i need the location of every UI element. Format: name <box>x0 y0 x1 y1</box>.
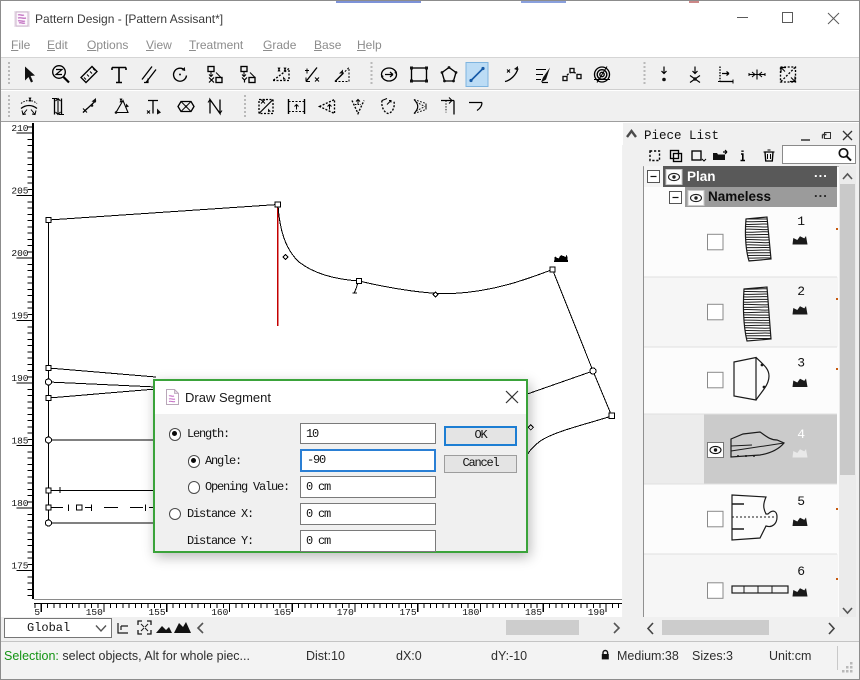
svg-text:5: 5 <box>797 494 805 509</box>
svg-text:190: 190 <box>588 607 605 617</box>
svg-text:155: 155 <box>148 607 165 617</box>
svg-text:210: 210 <box>11 123 28 134</box>
svg-text:160: 160 <box>211 607 228 617</box>
svg-text:195: 195 <box>11 311 28 322</box>
svg-text:200: 200 <box>11 248 28 259</box>
svg-text:185: 185 <box>525 607 542 617</box>
svg-text:6: 6 <box>797 564 805 579</box>
svg-text:1: 1 <box>797 214 805 229</box>
svg-text:175: 175 <box>11 561 28 572</box>
svg-text:180: 180 <box>462 607 479 617</box>
svg-text:205: 205 <box>11 186 28 197</box>
svg-text:165: 165 <box>274 607 291 617</box>
svg-text:190: 190 <box>11 373 28 384</box>
svg-text:2: 2 <box>797 284 805 299</box>
svg-text:175: 175 <box>399 607 416 617</box>
svg-text:180: 180 <box>11 498 28 509</box>
svg-text:4: 4 <box>797 427 805 442</box>
svg-text:185: 185 <box>11 436 28 447</box>
svg-text:170: 170 <box>337 607 354 617</box>
svg-text:150: 150 <box>86 607 103 617</box>
svg-text:3: 3 <box>797 356 805 371</box>
